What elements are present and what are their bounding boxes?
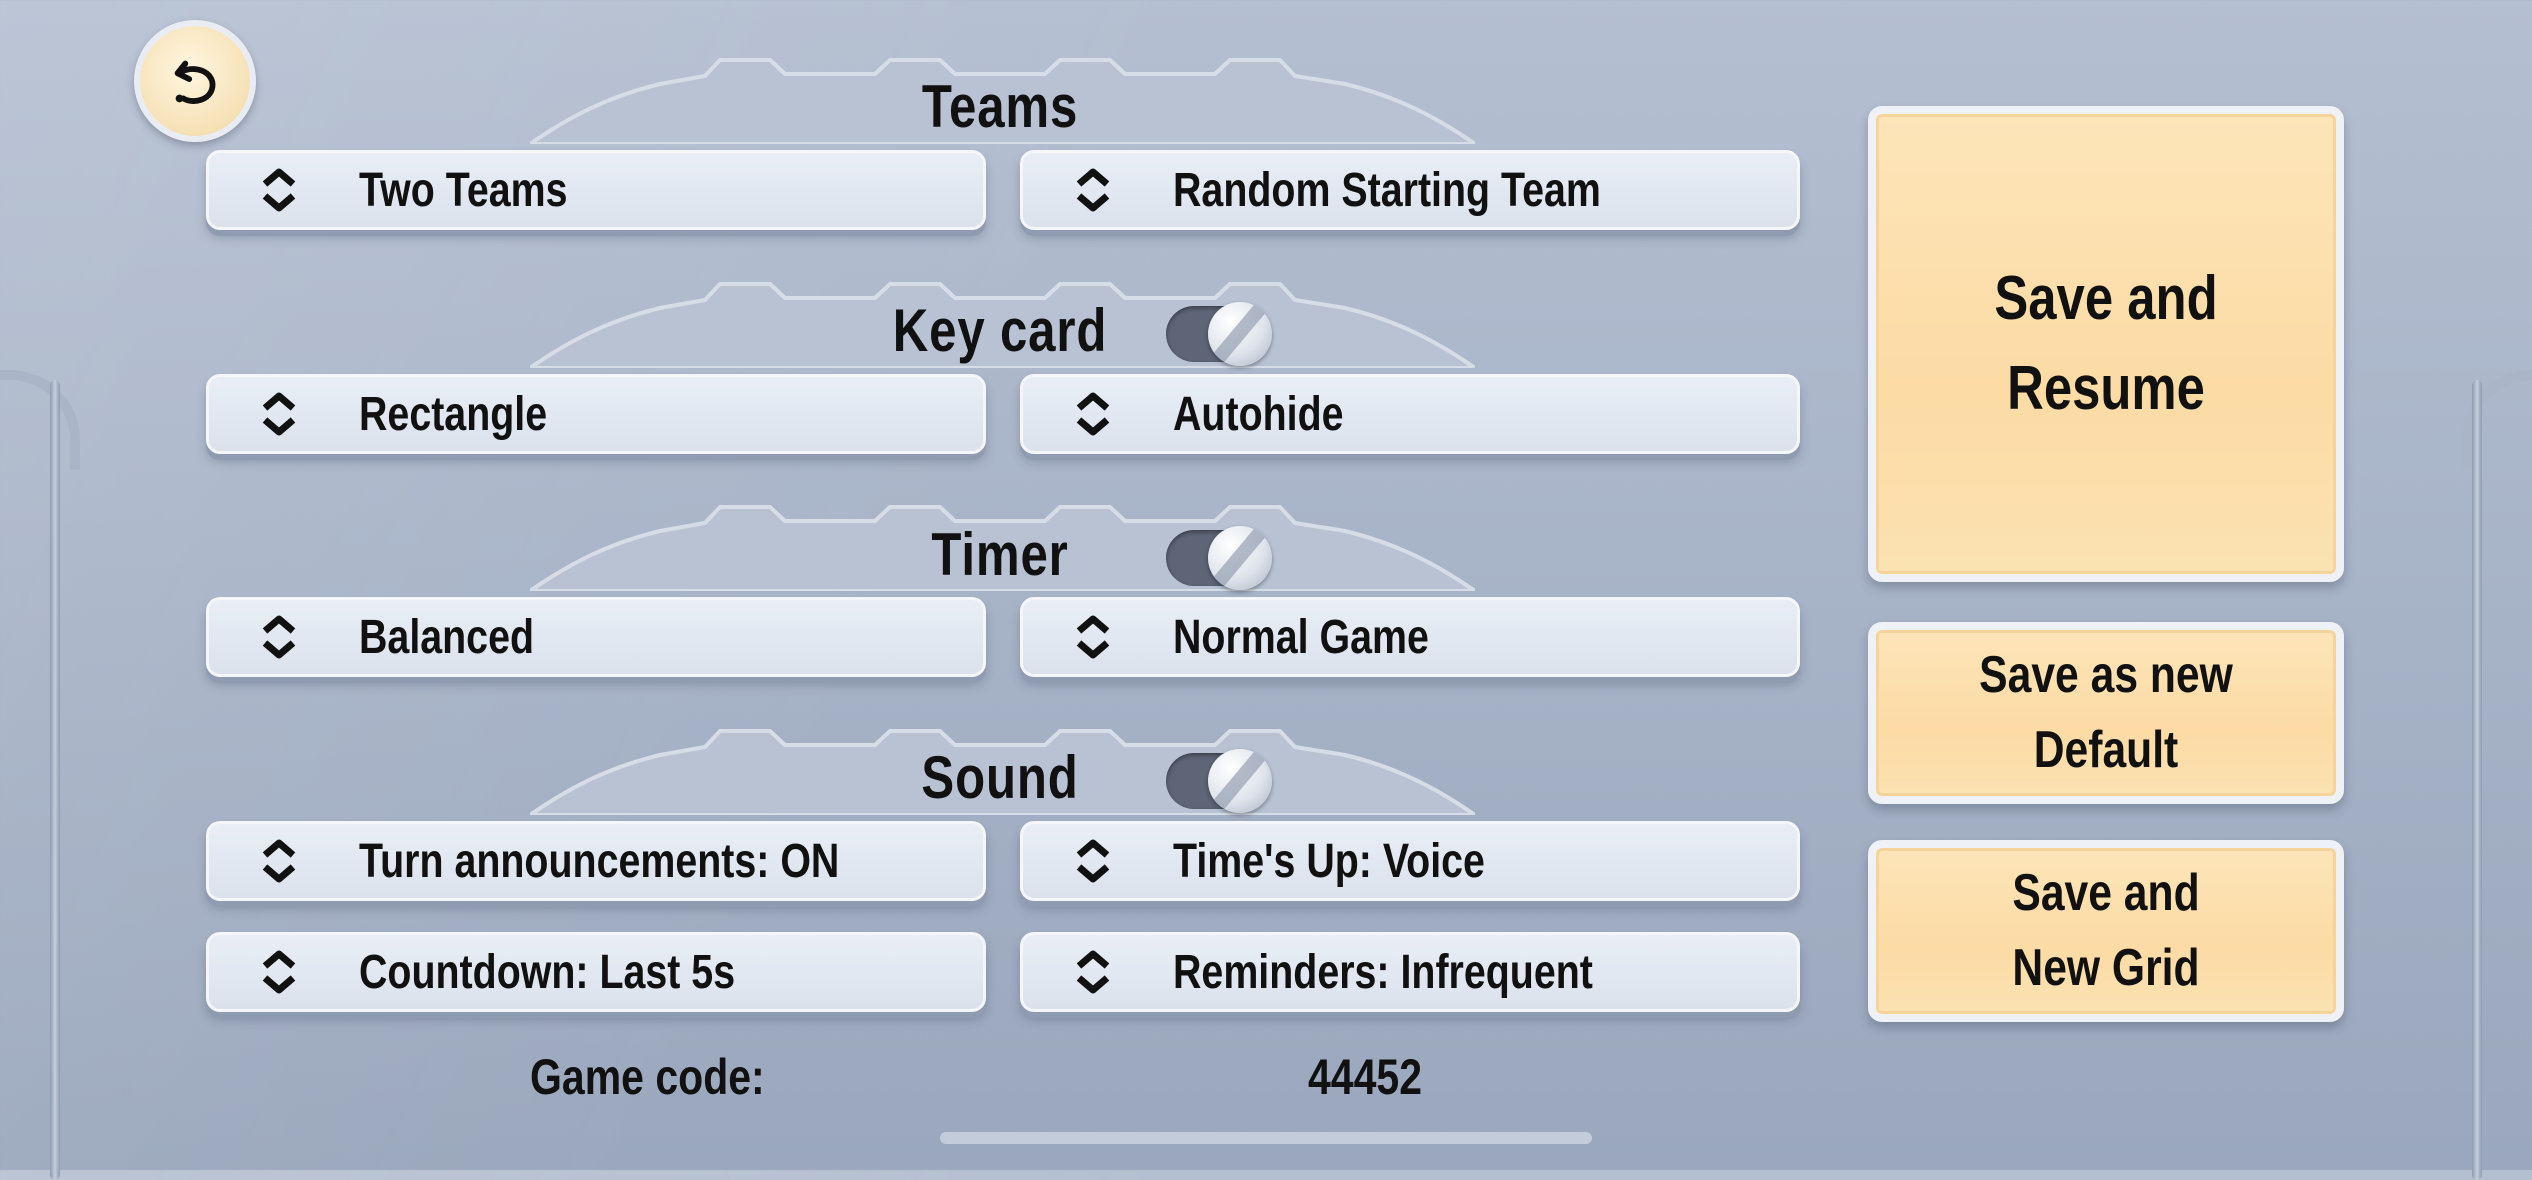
save-as-default-button[interactable]: Save as new Default bbox=[1868, 622, 2344, 804]
game-code-value: 44452 bbox=[1308, 1049, 1423, 1105]
home-indicator[interactable] bbox=[940, 1132, 1592, 1144]
chevron-up-down-icon bbox=[1076, 839, 1110, 883]
reminders-label: Reminders: Infrequent bbox=[1173, 945, 1593, 999]
chevron-up-down-icon bbox=[1076, 950, 1110, 994]
chevron-up-down-icon bbox=[262, 168, 296, 212]
timer-length-label: Normal Game bbox=[1173, 610, 1429, 664]
key-card-title: Key card bbox=[892, 297, 1108, 364]
toggle-knob bbox=[1208, 749, 1272, 813]
save-and-new-grid-button[interactable]: Save and New Grid bbox=[1868, 840, 2344, 1022]
game-code-label: Game code: bbox=[530, 1049, 765, 1105]
key-card-toggle[interactable] bbox=[1166, 302, 1272, 366]
teams-count-label: Two Teams bbox=[359, 163, 568, 217]
key-card-visibility-selector[interactable]: Autohide bbox=[1020, 374, 1800, 454]
toggle-knob bbox=[1208, 526, 1272, 590]
key-card-shape-label: Rectangle bbox=[359, 387, 548, 441]
countdown-label: Countdown: Last 5s bbox=[359, 945, 736, 999]
left-frame-curve bbox=[0, 370, 80, 470]
timer-toggle[interactable] bbox=[1166, 526, 1272, 590]
sound-toggle[interactable] bbox=[1166, 749, 1272, 813]
chevron-up-down-icon bbox=[262, 950, 296, 994]
key-card-visibility-label: Autohide bbox=[1173, 387, 1344, 441]
sound-title: Sound bbox=[921, 744, 1079, 811]
teams-count-selector[interactable]: Two Teams bbox=[206, 150, 986, 230]
chevron-up-down-icon bbox=[1076, 615, 1110, 659]
right-frame-rail bbox=[2472, 380, 2482, 1180]
timer-length-selector[interactable]: Normal Game bbox=[1020, 597, 1800, 677]
chevron-up-down-icon bbox=[262, 839, 296, 883]
starting-team-selector[interactable]: Random Starting Team bbox=[1020, 150, 1800, 230]
chevron-up-down-icon bbox=[1076, 168, 1110, 212]
save-and-new-grid-label: Save and New Grid bbox=[2012, 863, 2200, 997]
times-up-label: Time's Up: Voice bbox=[1173, 834, 1485, 888]
chevron-up-down-icon bbox=[262, 392, 296, 436]
turn-announcements-selector[interactable]: Turn announcements: ON bbox=[206, 821, 986, 901]
key-card-shape-selector[interactable]: Rectangle bbox=[206, 374, 986, 454]
back-button[interactable] bbox=[134, 20, 256, 142]
times-up-selector[interactable]: Time's Up: Voice bbox=[1020, 821, 1800, 901]
toggle-knob bbox=[1208, 302, 1272, 366]
save-and-resume-label: Save and Resume bbox=[1994, 264, 2218, 423]
chevron-up-down-icon bbox=[262, 615, 296, 659]
countdown-selector[interactable]: Countdown: Last 5s bbox=[206, 932, 986, 1012]
timer-pace-label: Balanced bbox=[359, 610, 535, 664]
chevron-up-down-icon bbox=[1076, 392, 1110, 436]
turn-announcements-label: Turn announcements: ON bbox=[359, 834, 840, 888]
left-frame-rail bbox=[50, 380, 60, 1180]
save-and-resume-button[interactable]: Save and Resume bbox=[1868, 106, 2344, 582]
save-as-default-label: Save as new Default bbox=[1979, 645, 2233, 779]
undo-arrow-icon bbox=[174, 60, 216, 104]
timer-title: Timer bbox=[931, 521, 1069, 588]
starting-team-label: Random Starting Team bbox=[1173, 163, 1601, 217]
timer-pace-selector[interactable]: Balanced bbox=[206, 597, 986, 677]
teams-title: Teams bbox=[921, 73, 1079, 140]
reminders-selector[interactable]: Reminders: Infrequent bbox=[1020, 932, 1800, 1012]
